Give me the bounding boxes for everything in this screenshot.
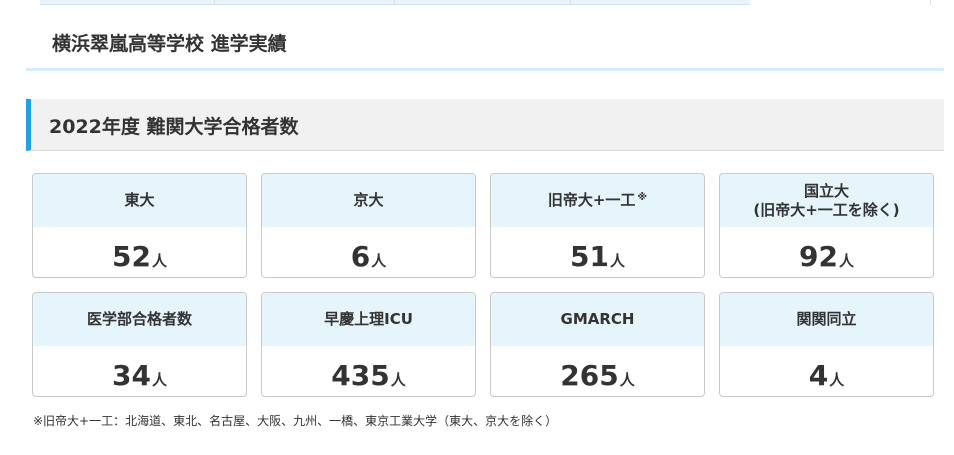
card-unit: 人: [838, 252, 854, 270]
card-label: 京大: [262, 174, 475, 227]
card-number: 92: [799, 240, 838, 273]
card-label: 旧帝大+一工 ※: [491, 174, 704, 227]
card-number: 435: [331, 359, 390, 392]
card-label: 早慶上理ICU: [262, 293, 475, 346]
section-title-text: 2022年度 難関大学合格者数: [49, 116, 299, 138]
result-card-kokuritsu: 国立大 (旧帝大+一工を除く) 92 人: [719, 173, 934, 278]
result-card-gmarch: GMARCH 265 人: [490, 292, 705, 397]
card-unit: 人: [151, 371, 167, 389]
card-label: GMARCH: [491, 293, 704, 346]
result-card-igakubu: 医学部合格者数 34 人: [32, 292, 247, 397]
card-label: 医学部合格者数: [33, 293, 246, 346]
result-card-sokei: 早慶上理ICU 435 人: [261, 292, 476, 397]
result-card-todai: 東大 52 人: [32, 173, 247, 278]
result-card-kankandoritsu: 関関同立 4人: [719, 292, 934, 397]
card-unit: 人: [151, 252, 167, 270]
card-unit: 人: [829, 371, 845, 389]
result-card-kyuteidai: 旧帝大+一工 ※ 51 人: [490, 173, 705, 278]
section-heading: 2022年度 難関大学合格者数: [26, 99, 944, 151]
card-unit: 人: [619, 371, 635, 389]
card-label: 関関同立: [720, 293, 933, 346]
result-card-kyodai: 京大 6人: [261, 173, 476, 278]
card-value: 92 人: [720, 227, 933, 277]
card-value: 51 人: [491, 227, 704, 277]
card-value: 265 人: [491, 346, 704, 396]
card-unit: 人: [371, 252, 387, 270]
card-value: 52 人: [33, 227, 246, 277]
card-number: 6: [350, 240, 371, 273]
card-value: 435 人: [262, 346, 475, 396]
card-label: 国立大 (旧帝大+一工を除く): [720, 174, 933, 227]
card-label: 東大: [33, 174, 246, 227]
card-value: 4人: [720, 346, 933, 396]
card-number: 265: [560, 359, 619, 392]
card-value: 6人: [262, 227, 475, 277]
card-number: 4: [808, 359, 829, 392]
card-number: 51: [570, 240, 609, 273]
card-unit: 人: [390, 371, 406, 389]
card-number: 34: [112, 359, 151, 392]
card-value: 34 人: [33, 346, 246, 396]
footnote-mark: ※: [637, 192, 648, 203]
school-heading: 横浜翠嵐高等学校 進学実績: [26, 5, 944, 71]
results-grid: 東大 52 人 京大 6人 旧帝大+一工 ※ 51 人 国立大 (旧帝大+一工を除く)…: [32, 173, 936, 403]
card-unit: 人: [609, 252, 625, 270]
school-title-text: 横浜翠嵐高等学校 進学実績: [52, 33, 287, 55]
footnote: ※旧帝大+一工：北海道、東北、名古屋、大阪、九州、一橋、東京工業大学（東大、京大…: [33, 414, 558, 428]
card-number: 52: [112, 240, 151, 273]
